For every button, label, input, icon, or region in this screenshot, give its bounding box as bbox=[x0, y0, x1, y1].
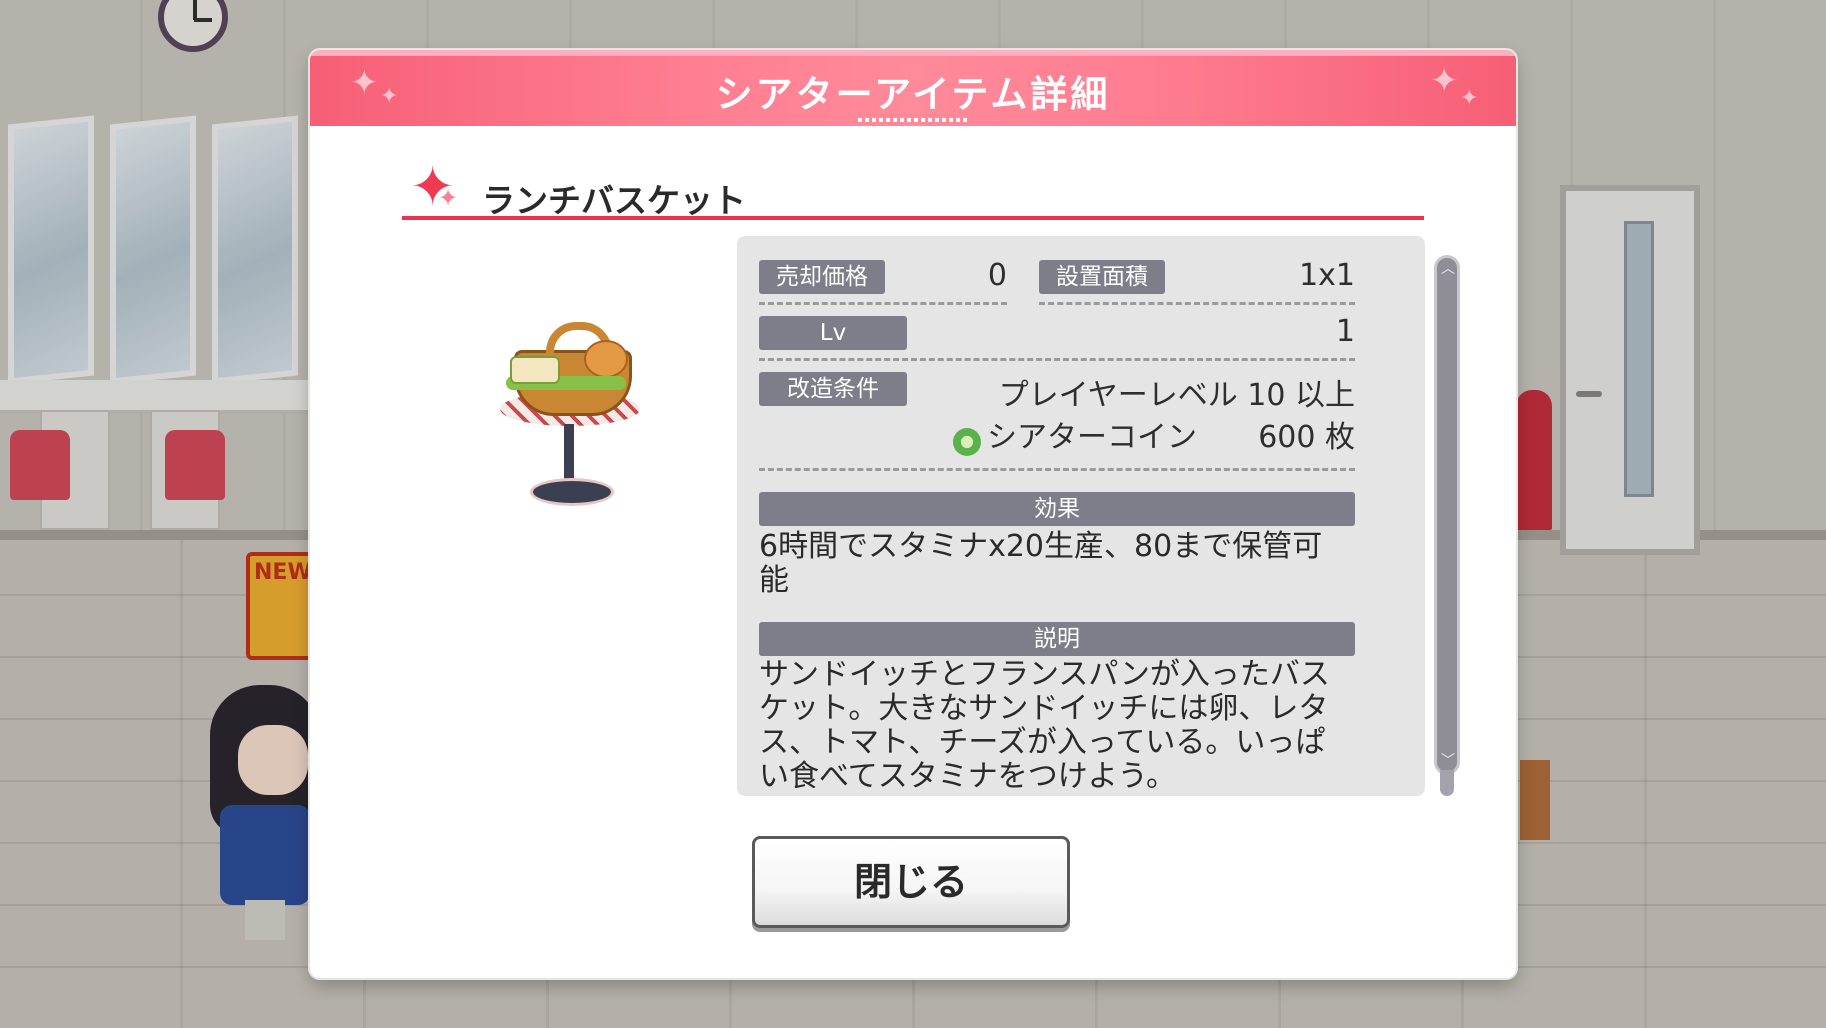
title-underline bbox=[858, 118, 968, 122]
scroll-up-icon[interactable]: ︿ bbox=[1441, 262, 1455, 276]
effect-text: 6時間でスタミナx20生産、80まで保管可能 bbox=[759, 529, 1323, 598]
upgrade-label: 改造条件 bbox=[759, 372, 907, 406]
upgrade-condition-coin-name: シアターコイン bbox=[987, 420, 1197, 455]
scroll-down-icon[interactable]: ﹀ bbox=[1441, 754, 1455, 768]
scrollbar-end bbox=[1440, 770, 1454, 796]
sparkle-icon: ✦ bbox=[438, 184, 459, 212]
coin-icon bbox=[953, 428, 981, 456]
table-pole bbox=[564, 424, 574, 484]
dialog-header: ✦ ✦ ✦ ✦ シアターアイテム詳細 bbox=[310, 50, 1516, 126]
bread bbox=[584, 340, 628, 378]
sell-price-label: 売却価格 bbox=[759, 260, 885, 294]
level-value: 1 bbox=[1335, 314, 1355, 349]
upgrade-condition-coin-amount: 600 枚 bbox=[1258, 420, 1355, 455]
item-image bbox=[500, 320, 650, 510]
divider bbox=[759, 468, 1355, 471]
divider bbox=[759, 302, 1007, 305]
item-info-panel[interactable]: 売却価格 0 設置面積 1x1 Lv 1 改造条件 プレイヤーレベル 10 以上… bbox=[737, 236, 1425, 796]
divider bbox=[1039, 302, 1355, 305]
dialog-title: シアターアイテム詳細 bbox=[715, 73, 1111, 116]
area-value: 1x1 bbox=[1299, 258, 1355, 293]
level-label: Lv bbox=[759, 316, 907, 350]
item-detail-dialog: ✦ ✦ ✦ ✦ シアターアイテム詳細 ✦ ✦ ランチバスケット 売却価格 0 設… bbox=[310, 50, 1516, 978]
upgrade-condition-level: プレイヤーレベル 10 以上 bbox=[998, 378, 1355, 413]
description-text: サンドイッチとフランスパンが入ったバスケット。大きなサンドイッチには卵、レタス、… bbox=[759, 658, 1330, 788]
close-button[interactable]: 閉じる bbox=[752, 836, 1070, 928]
description-header: 説明 bbox=[759, 622, 1355, 656]
effect-header: 効果 bbox=[759, 492, 1355, 526]
sell-price-value: 0 bbox=[987, 258, 1007, 293]
table-base bbox=[530, 478, 614, 506]
area-label: 設置面積 bbox=[1039, 260, 1165, 294]
item-heading: ✦ ✦ ランチバスケット bbox=[402, 160, 1424, 220]
item-name: ランチバスケット bbox=[482, 181, 746, 220]
sandwich bbox=[510, 356, 560, 384]
scrollbar[interactable]: ︿ ﹀ bbox=[1434, 255, 1460, 775]
divider bbox=[759, 358, 1355, 361]
